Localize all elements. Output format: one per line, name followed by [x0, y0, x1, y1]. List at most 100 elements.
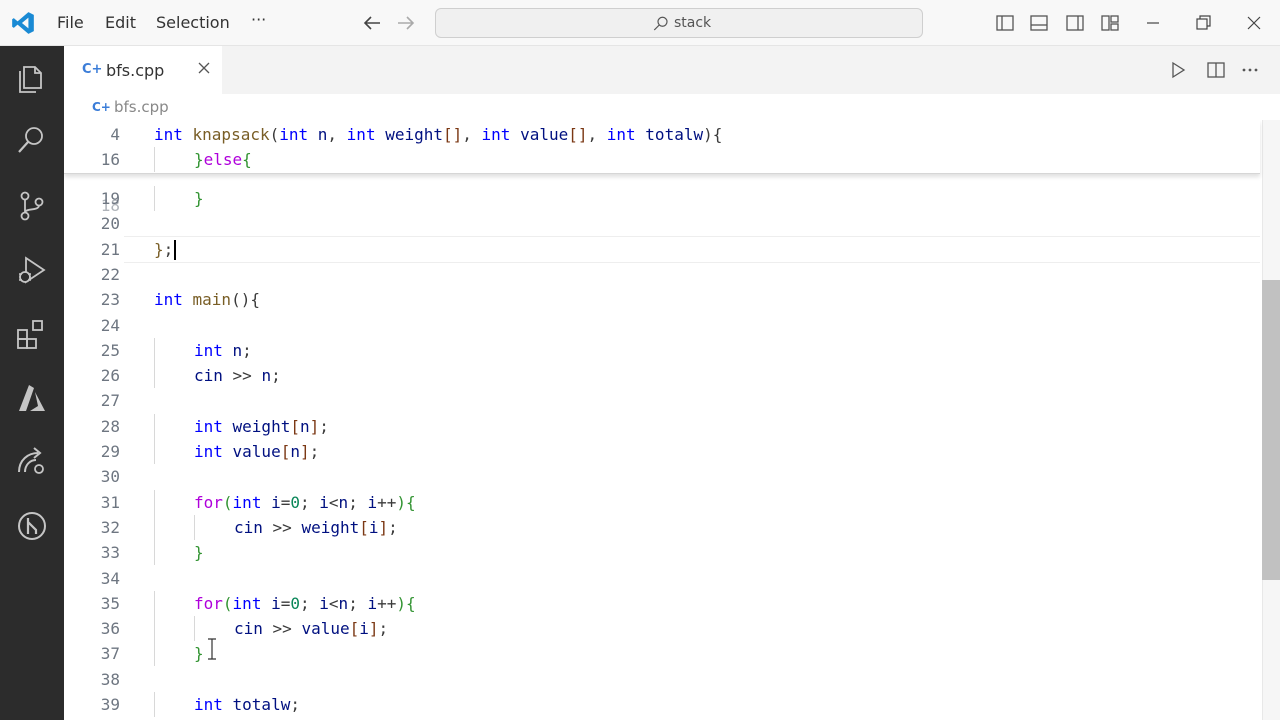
code-token: ;: [271, 366, 281, 385]
code-line[interactable]: 4 int knapsack(int n, int weight[], int v…: [64, 122, 1260, 147]
menu-file[interactable]: File: [57, 13, 84, 32]
code-token: ;: [290, 695, 300, 714]
line-number: 29: [100, 442, 120, 461]
code-line[interactable]: 19}: [64, 186, 1260, 211]
code-text: int main(){: [154, 287, 260, 312]
customize-layout-icon[interactable]: [1100, 13, 1120, 33]
code-line[interactable]: 23 int main(){: [64, 287, 1260, 312]
code-line[interactable]: 38: [64, 667, 1260, 692]
code-token: value: [520, 125, 569, 144]
toggle-panel-icon[interactable]: [1029, 13, 1049, 33]
code-token: cin: [194, 366, 223, 385]
scrollbar-thumb[interactable]: [1262, 280, 1280, 580]
extensions-icon[interactable]: [14, 316, 50, 352]
code-line[interactable]: 28 int weight[n];: [64, 414, 1260, 439]
code-line[interactable]: 21};: [64, 237, 1260, 262]
indent-guide: [154, 147, 155, 172]
code-line[interactable]: 20: [64, 211, 1260, 236]
menu-more[interactable]: ···: [251, 10, 266, 29]
code-line[interactable]: 33}: [64, 540, 1260, 565]
code-token: (: [222, 493, 233, 512]
source-control-icon[interactable]: [14, 188, 50, 224]
editor-tab-bar: C+ bfs.cpp: [64, 46, 1280, 94]
tab-bfs-cpp[interactable]: C+ bfs.cpp: [64, 46, 222, 94]
code-token: i: [271, 594, 281, 613]
close-tab-icon[interactable]: [194, 58, 214, 78]
code-token: ;: [348, 594, 368, 613]
code-text: int knapsack(int n, int weight[], int va…: [154, 122, 722, 147]
code-token: int: [279, 125, 318, 144]
line-number: 26: [100, 366, 120, 385]
line-number: 33: [100, 543, 120, 562]
forward-arrow-icon[interactable]: [394, 11, 418, 35]
gitlens-icon[interactable]: [14, 508, 50, 544]
code-token: ;: [163, 240, 174, 259]
code-line[interactable]: 27: [64, 388, 1260, 413]
split-editor-icon[interactable]: [1206, 60, 1226, 80]
code-line[interactable]: 34: [64, 566, 1260, 591]
explorer-files-icon[interactable]: [14, 58, 50, 94]
toggle-secondary-sidebar-icon[interactable]: [1065, 13, 1085, 33]
code-token: value: [301, 619, 350, 638]
vscode-logo-icon[interactable]: [10, 10, 36, 36]
code-token: value: [232, 442, 281, 461]
code-line[interactable]: 39 int totalw;: [64, 692, 1260, 717]
code-line[interactable]: 37}: [64, 641, 1260, 666]
menu-edit[interactable]: Edit: [105, 13, 136, 32]
code-token: <: [328, 594, 339, 613]
code-token: {: [242, 150, 252, 169]
code-token: ++: [377, 594, 397, 613]
code-line[interactable]: 25 int n;: [64, 338, 1260, 363]
command-center-search[interactable]: stack: [435, 8, 923, 38]
sticky-scroll-header[interactable]: 4 int knapsack(int n, int weight[], int v…: [64, 120, 1260, 174]
code-token: i: [319, 594, 329, 613]
run-and-debug-icon[interactable]: [14, 252, 50, 288]
line-number: 39: [100, 695, 120, 714]
code-token: i: [359, 619, 369, 638]
code-token: ): [396, 493, 406, 512]
code-token: n: [317, 125, 328, 144]
code-token: ;: [319, 417, 329, 436]
remote-explorer-icon[interactable]: [14, 444, 50, 480]
minimize-icon[interactable]: [1143, 13, 1163, 33]
code-editor[interactable]: 4 int knapsack(int n, int weight[], int v…: [64, 120, 1280, 720]
code-token: (: [222, 594, 233, 613]
code-text: int totalw;: [194, 692, 300, 717]
run-icon[interactable]: [1168, 60, 1188, 80]
code-token: int: [232, 493, 272, 512]
line-number: 31: [100, 493, 120, 512]
code-line[interactable]: 32 cin >> weight[i];: [64, 515, 1260, 540]
code-token: for: [194, 493, 223, 512]
close-window-icon[interactable]: [1244, 13, 1264, 33]
back-arrow-icon[interactable]: [360, 11, 384, 35]
code-token: int: [194, 341, 233, 360]
code-line[interactable]: 22: [64, 262, 1260, 287]
code-line[interactable]: 31 for(int i=0; i<n; i++){: [64, 490, 1260, 515]
code-line[interactable]: 16}else{: [64, 147, 1260, 172]
menu-selection[interactable]: Selection: [156, 13, 230, 32]
code-token: ): [703, 125, 713, 144]
line-number: 36: [100, 619, 120, 638]
azure-icon[interactable]: [14, 380, 50, 416]
code-token: i: [368, 518, 379, 537]
code-line[interactable]: 30: [64, 464, 1260, 489]
code-text: cin >> weight[i];: [234, 515, 398, 540]
code-line[interactable]: 24: [64, 313, 1260, 338]
code-line[interactable]: 26 cin >> n;: [64, 363, 1260, 388]
more-actions-icon[interactable]: [1240, 60, 1260, 80]
breadcrumb-file[interactable]: bfs.cpp: [114, 98, 169, 116]
toggle-primary-sidebar-icon[interactable]: [995, 13, 1015, 33]
code-token: int: [194, 442, 233, 461]
code-line[interactable]: 35 for(int i=0; i<n; i++){: [64, 591, 1260, 616]
search-icon[interactable]: [14, 122, 50, 158]
code-token: []: [568, 125, 588, 144]
line-number: 19: [100, 189, 120, 208]
code-token: []: [443, 125, 463, 144]
code-line[interactable]: 29 int value[n];: [64, 439, 1260, 464]
code-token: else: [203, 150, 243, 169]
restore-icon[interactable]: [1193, 13, 1213, 33]
line-number: 4: [110, 125, 120, 144]
code-token: cin: [234, 518, 263, 537]
code-token: ): [396, 594, 406, 613]
code-line[interactable]: 36 cin >> value[i];: [64, 616, 1260, 641]
